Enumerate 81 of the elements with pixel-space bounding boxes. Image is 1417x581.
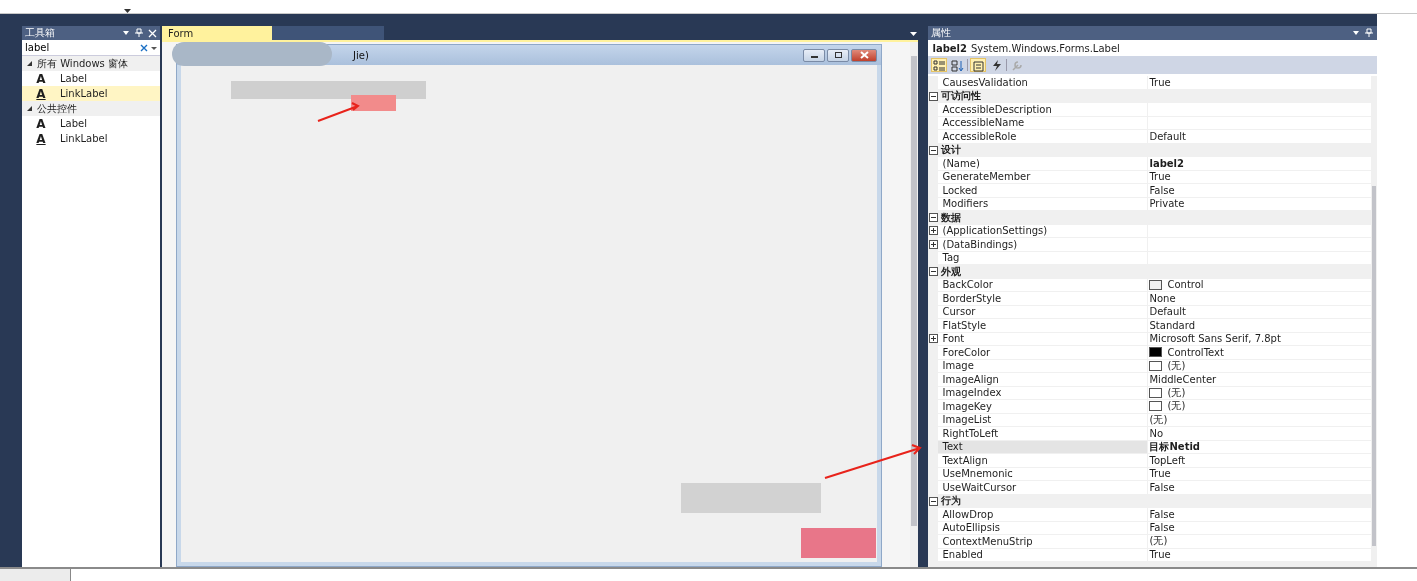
scrollbar-thumb[interactable] [1372,186,1376,546]
property-name[interactable]: (Name) [938,157,1149,170]
category-label: 行为 [941,494,962,509]
toolbox-item[interactable]: A LinkLabel [22,131,160,146]
wrench-icon [1011,58,1024,72]
property-name[interactable]: ForeColor [938,346,1149,359]
property-value[interactable]: Standard [1148,319,1371,332]
property-name[interactable]: CausesValidation [938,76,1149,89]
collapse-icon[interactable] [929,145,938,155]
close-button[interactable] [851,48,877,62]
categorized-button[interactable] [931,58,948,72]
clear-icon[interactable] [140,43,148,52]
property-value[interactable]: False [1148,508,1371,521]
scrollbar-thumb[interactable] [910,56,917,526]
property-name[interactable]: (DataBindings) [938,238,1149,251]
lightning-icon [990,58,1003,72]
toolbox-item[interactable]: A LinkLabel [22,86,160,101]
property-value[interactable]: None [1148,292,1371,305]
dropdown-icon[interactable] [151,44,157,51]
object-name: label2 [932,42,967,54]
toolbox-group[interactable]: 公共控件 [22,101,160,116]
property-name[interactable]: Locked [938,184,1149,197]
object-type: System.Windows.Forms.Label [971,42,1120,54]
property-value[interactable]: (无) [1148,400,1371,413]
property-value[interactable]: MiddleCenter [1148,373,1371,386]
property-name[interactable]: RightToLeft [938,427,1149,440]
property-name[interactable]: ContextMenuStrip [938,535,1149,548]
property-name[interactable]: AccessibleDescription [938,103,1149,116]
toolbox-group[interactable]: 所有 Windows 窗体 [22,56,160,71]
category-label: 数据 [941,210,962,225]
property-value[interactable]: False [1148,184,1371,197]
expand-icon[interactable] [929,239,938,249]
expand-icon[interactable] [929,226,938,236]
toolbox-item[interactable]: A Label [22,71,160,86]
dropdown-icon[interactable] [122,29,130,37]
window-title: Jie) [353,49,370,61]
dropdown-icon[interactable] [909,29,917,37]
property-value[interactable]: TopLeft [1148,454,1371,467]
properties-button[interactable] [970,58,987,72]
collapse-icon[interactable] [929,213,938,223]
sort-button[interactable] [949,58,966,72]
category-label: 设计 [941,143,962,158]
minimize-button[interactable] [803,48,825,62]
collapse-icon[interactable] [929,496,938,506]
category-label: 可访问性 [941,89,982,104]
property-value[interactable]: False [1148,481,1371,494]
property-value[interactable]: No [1148,427,1371,440]
property-name[interactable]: BorderStyle [938,292,1149,305]
property-name[interactable]: UseWaitCursor [938,481,1149,494]
panel-title: 工具箱 [25,26,56,40]
property-value[interactable]: ControlText [1148,346,1371,359]
toolbox-item[interactable]: A Label [22,116,160,131]
maximize-button[interactable] [827,48,849,62]
property-value[interactable]: True [1148,76,1371,89]
property-value[interactable]: label2 [1148,157,1371,170]
expanded-icon [26,105,33,112]
property-value[interactable]: Default [1148,130,1371,143]
property-name[interactable]: ImageKey [938,400,1149,413]
search-field[interactable]: label [25,42,137,53]
maximize-icon [833,51,843,59]
property-name[interactable]: FlatStyle [938,319,1149,332]
property-name[interactable]: ImageAlign [938,373,1149,386]
close-icon[interactable] [148,28,157,38]
category-label: 外观 [941,264,962,279]
collapse-icon[interactable] [929,91,938,101]
pin-icon[interactable] [1364,28,1374,38]
property-value[interactable]: (无) [1148,535,1371,548]
pin-icon[interactable] [134,28,144,38]
close-icon [859,51,869,59]
panel-title: 属性 [931,26,953,40]
collapse-icon[interactable] [929,267,938,277]
property-name[interactable]: AccessibleRole [938,130,1149,143]
document-tab[interactable]: Form [162,26,272,40]
properties-icon [972,58,985,72]
expand-icon[interactable] [929,334,938,344]
dropdown-icon[interactable] [1352,29,1360,37]
categorized-icon [933,58,946,72]
property-name[interactable]: TextAlign [938,454,1149,467]
sort-icon [951,58,964,72]
property-name[interactable]: AllowDrop [938,508,1149,521]
expanded-icon [26,60,33,67]
